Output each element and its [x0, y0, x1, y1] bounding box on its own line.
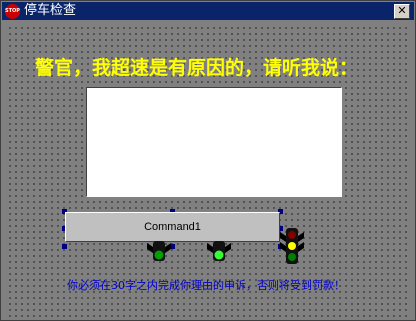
traffic-light-yellow-icon — [280, 228, 304, 264]
traffic-light-green-lit-icon — [207, 241, 231, 261]
selection-handle[interactable] — [62, 244, 67, 249]
heading-label: 警官，我超速是有原因的，请听我说： — [35, 57, 359, 79]
command1-button[interactable]: Command1 — [65, 212, 280, 242]
traffic-light-green-icon — [147, 241, 171, 261]
form-client-area: 警官，我超速是有原因的，请听我说： Command1 你必须在30字之内完成你理… — [5, 23, 411, 318]
window-title: 停车检查 — [24, 3, 77, 18]
stop-sign-icon: STOP — [5, 4, 20, 19]
reason-textbox[interactable] — [86, 87, 342, 197]
title-bar[interactable]: STOP 停车检查 ✕ — [2, 2, 414, 20]
notice-label: 你必须在30字之内完成你理由的申诉，否则将受到罚款！ — [67, 279, 345, 292]
app-window: STOP 停车检查 ✕ 警官，我超速是有原因的，请听我说： Command1 你… — [0, 0, 416, 321]
close-button[interactable]: ✕ — [394, 4, 410, 19]
